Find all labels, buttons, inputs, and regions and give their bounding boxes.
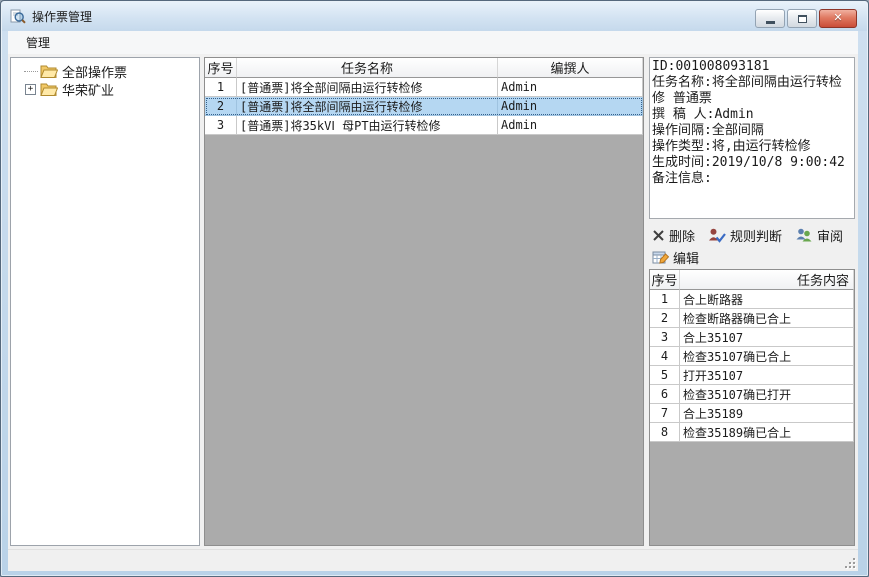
task-table-row[interactable]: 3 [普通票]将35kVⅠ 母PT由运行转检修 Admin	[205, 116, 643, 135]
content-row-number: 5	[650, 366, 680, 385]
task-row-name: [普通票]将全部间隔由运行转检修	[237, 97, 498, 116]
content-table-row[interactable]: 4 检查35107确已合上	[650, 347, 854, 366]
content-table-row[interactable]: 5 打开35107	[650, 366, 854, 385]
maximize-icon	[798, 15, 807, 23]
content-row-text: 检查35107确已合上	[680, 347, 854, 366]
delete-button-label: 删除	[669, 226, 695, 245]
detail-line: 撰 稿 人:Admin	[652, 107, 852, 123]
content-table-row[interactable]: 6 检查35107确已打开	[650, 385, 854, 404]
status-bar	[8, 549, 858, 571]
task-row-number: 1	[205, 78, 237, 97]
app-window: 操作票管理 ✕ 管理 全	[0, 0, 869, 577]
content-table-body: 1 合上断路器 2 检查断路器确已合上 3 合上35107 4 检查35107确…	[650, 290, 854, 442]
content-table-row[interactable]: 7 合上35189	[650, 404, 854, 423]
edit-button[interactable]: 编辑	[649, 247, 702, 268]
task-row-author: Admin	[498, 97, 643, 116]
content-row-number: 4	[650, 347, 680, 366]
content-row-text: 合上35107	[680, 328, 854, 347]
window-body: 管理 全部操作票 +	[8, 31, 858, 571]
content-row-text: 打开35107	[680, 366, 854, 385]
column-header-number[interactable]: 序号	[205, 58, 237, 78]
menubar: 管理	[8, 31, 858, 54]
task-table-header: 序号 任务名称 编撰人	[205, 58, 643, 78]
content-table-row[interactable]: 8 检查35189确已合上	[650, 423, 854, 442]
content-row-text: 合上断路器	[680, 290, 854, 309]
maximize-button[interactable]	[787, 9, 817, 28]
detail-line: 操作类型:将,由运行转检修	[652, 139, 852, 155]
titlebar: 操作票管理 ✕	[2, 2, 867, 31]
detail-line: 任务名称:将全部间隔由运行转检修 普通票	[652, 75, 852, 107]
folder-icon	[40, 82, 58, 96]
detail-line: ID:001008093181	[652, 59, 852, 75]
tree-expander-slot: +	[21, 84, 40, 95]
content-table-row[interactable]: 1 合上断路器	[650, 290, 854, 309]
action-toolbar: 删除 规则判断	[649, 225, 855, 245]
ticket-tree-panel: 全部操作票 + 华荣矿业	[10, 57, 200, 546]
task-row-name: [普通票]将35kVⅠ 母PT由运行转检修	[237, 116, 498, 135]
people-review-icon	[795, 228, 813, 242]
close-button[interactable]: ✕	[819, 9, 857, 28]
detail-line: 备注信息:	[652, 171, 852, 187]
task-row-number: 3	[205, 116, 237, 135]
task-row-number: 2	[205, 97, 237, 116]
content-row-text: 合上35189	[680, 404, 854, 423]
column-header-content[interactable]: 任务内容	[680, 270, 854, 290]
content-row-number: 6	[650, 385, 680, 404]
content-row-number: 1	[650, 290, 680, 309]
task-table-row[interactable]: 2 [普通票]将全部间隔由运行转检修 Admin	[205, 97, 643, 116]
content-row-text: 检查断路器确已合上	[680, 309, 854, 328]
tree-item-all-tickets[interactable]: 全部操作票	[11, 62, 199, 80]
edit-table-pencil-icon	[652, 250, 669, 264]
tree-item-huarong-mine[interactable]: + 华荣矿业	[11, 80, 199, 98]
minimize-icon	[766, 21, 775, 24]
column-header-task-name[interactable]: 任务名称	[237, 58, 498, 78]
task-row-author: Admin	[498, 116, 643, 135]
main-area: 全部操作票 + 华荣矿业	[8, 54, 858, 549]
delete-button[interactable]: 删除	[649, 225, 698, 246]
menu-item-manage[interactable]: 管理	[22, 32, 54, 53]
tree-item-label: 华荣矿业	[62, 80, 114, 99]
task-row-author: Admin	[498, 78, 643, 97]
ticket-detail-panel: ID:001008093181任务名称:将全部间隔由运行转检修 普通票撰 稿 人…	[649, 57, 855, 219]
review-button[interactable]: 审阅	[792, 225, 846, 246]
person-check-icon	[708, 228, 726, 243]
folder-icon	[40, 64, 58, 78]
content-table-row[interactable]: 2 检查断路器确已合上	[650, 309, 854, 328]
tree-item-label: 全部操作票	[62, 62, 127, 81]
window-controls: ✕	[755, 9, 857, 28]
edit-toolbar: 编辑	[649, 247, 855, 267]
close-icon: ✕	[833, 13, 842, 24]
detail-column: ID:001008093181任务名称:将全部间隔由运行转检修 普通票撰 稿 人…	[649, 57, 855, 546]
app-icon	[10, 9, 26, 25]
review-button-label: 审阅	[817, 226, 843, 245]
task-table-body: 1 [普通票]将全部间隔由运行转检修 Admin 2 [普通票]将全部间隔由运行…	[205, 78, 643, 135]
task-table-row[interactable]: 1 [普通票]将全部间隔由运行转检修 Admin	[205, 78, 643, 97]
edit-button-label: 编辑	[673, 248, 699, 267]
minimize-button[interactable]	[755, 9, 785, 28]
expand-plus-icon[interactable]: +	[25, 84, 36, 95]
content-row-number: 8	[650, 423, 680, 442]
delete-x-icon	[652, 229, 665, 242]
task-row-name: [普通票]将全部间隔由运行转检修	[237, 78, 498, 97]
resize-grip-icon[interactable]	[843, 556, 856, 569]
content-table-header: 序号 任务内容	[650, 270, 854, 290]
content-row-text: 检查35107确已打开	[680, 385, 854, 404]
content-row-number: 7	[650, 404, 680, 423]
column-header-author[interactable]: 编撰人	[498, 58, 643, 78]
content-row-number: 3	[650, 328, 680, 347]
tree-connector	[21, 71, 40, 72]
column-header-number[interactable]: 序号	[650, 270, 680, 290]
content-row-text: 检查35189确已合上	[680, 423, 854, 442]
rule-check-button[interactable]: 规则判断	[705, 225, 785, 246]
detail-line: 生成时间:2019/10/8 9:00:42	[652, 155, 852, 171]
window-title: 操作票管理	[32, 8, 92, 25]
content-row-number: 2	[650, 309, 680, 328]
task-content-table: 序号 任务内容 1 合上断路器 2 检查断路器确已合上 3	[649, 269, 855, 546]
task-table: 序号 任务名称 编撰人 1 [普通票]将全部间隔由运行转检修 Admin 2 […	[204, 57, 644, 546]
content-table-row[interactable]: 3 合上35107	[650, 328, 854, 347]
rule-check-button-label: 规则判断	[730, 226, 782, 245]
detail-line: 操作间隔:全部间隔	[652, 123, 852, 139]
